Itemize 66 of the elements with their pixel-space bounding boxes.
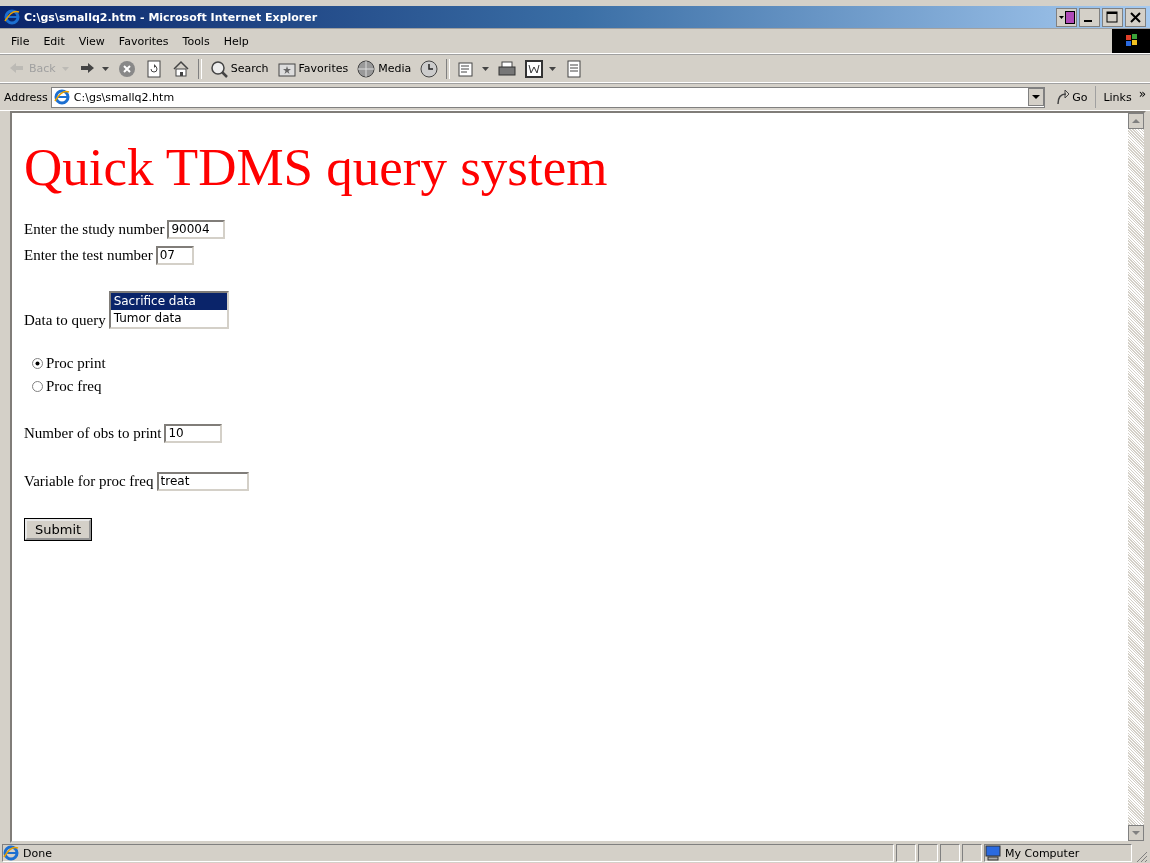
- home-icon: [171, 59, 190, 78]
- status-pane: [896, 844, 916, 862]
- radio-label: Proc freq: [46, 378, 102, 395]
- submit-button[interactable]: Submit: [25, 518, 92, 540]
- status-text: Done: [23, 846, 52, 860]
- scroll-bar[interactable]: [1128, 113, 1144, 841]
- caret-icon: [101, 66, 109, 71]
- status-pane: [962, 844, 982, 862]
- page-heading: Quick TDMS query system: [24, 137, 609, 197]
- folder-star-button[interactable]: Favorites: [273, 56, 353, 81]
- refresh-icon: [144, 59, 163, 78]
- page-icon: [3, 845, 19, 861]
- list-option[interactable]: Tumor data: [110, 310, 227, 327]
- page-icon: [53, 89, 70, 105]
- maximize-icon[interactable]: [1102, 7, 1123, 27]
- input-field[interactable]: treat: [156, 471, 249, 491]
- go-arrow-icon: [1056, 89, 1071, 105]
- input-field[interactable]: 90004: [167, 219, 226, 239]
- browser-icon: [4, 9, 20, 25]
- search-icon: [209, 59, 228, 78]
- search-button[interactable]: Search: [205, 56, 273, 81]
- list-box[interactable]: Sacrifice data Tumor data: [108, 291, 229, 329]
- notepad-icon: [565, 59, 584, 78]
- status-pane: [940, 844, 960, 862]
- caret-icon: [549, 66, 557, 71]
- globe-button[interactable]: Media: [353, 56, 416, 81]
- resize-grip-icon[interactable]: [1134, 849, 1148, 863]
- field-label: Enter the study number: [24, 220, 165, 238]
- globe-icon: [357, 59, 376, 78]
- clock-icon: [420, 59, 439, 78]
- window-title: C:\gs\smallq2.htm - Microsoft Internet Explorer: [24, 10, 318, 24]
- status-pane: [918, 844, 938, 862]
- menu-item[interactable]: Help: [216, 34, 256, 48]
- minimize-icon[interactable]: [1079, 7, 1100, 27]
- input-field[interactable]: 07: [155, 245, 194, 265]
- menu-item[interactable]: Tools: [175, 34, 217, 48]
- scroll-down-icon[interactable]: [1128, 825, 1144, 841]
- menu-item[interactable]: File: [4, 34, 37, 48]
- radio-button[interactable]: [32, 358, 43, 369]
- menu-item[interactable]: View: [71, 34, 112, 48]
- input-field[interactable]: 10: [164, 423, 223, 443]
- printer-icon: [498, 59, 517, 78]
- window-menu-icon[interactable]: [1056, 7, 1077, 27]
- document-w-icon: [525, 59, 544, 78]
- menu-item[interactable]: Favorites: [111, 34, 176, 48]
- radio-label: Proc print: [46, 355, 106, 372]
- zone-text: My Computer: [1005, 846, 1080, 860]
- computer-icon: [985, 845, 1001, 861]
- field-label: Variable for proc freq: [24, 472, 154, 490]
- field-label: Number of obs to print: [24, 424, 162, 442]
- caret-icon: [482, 66, 490, 71]
- address-field[interactable]: C:\gs\smallq2.htm: [50, 86, 1046, 108]
- stop-icon: [117, 59, 136, 78]
- radio-button[interactable]: [32, 381, 43, 392]
- scroll-up-icon[interactable]: [1128, 113, 1144, 129]
- windows-logo-icon: [1112, 29, 1150, 53]
- field-label: Data to query: [24, 312, 106, 329]
- menu-item[interactable]: Edit: [36, 34, 72, 48]
- links-button[interactable]: Links: [1099, 90, 1132, 104]
- field-label: Enter the test number: [24, 246, 153, 264]
- close-icon[interactable]: [1125, 7, 1146, 27]
- go-button[interactable]: Go: [1048, 86, 1097, 108]
- address-label: Address: [4, 90, 48, 104]
- caret-icon: [61, 66, 69, 71]
- chevron-button[interactable]: »: [1134, 87, 1150, 107]
- list-option[interactable]: Sacrifice data: [110, 293, 227, 310]
